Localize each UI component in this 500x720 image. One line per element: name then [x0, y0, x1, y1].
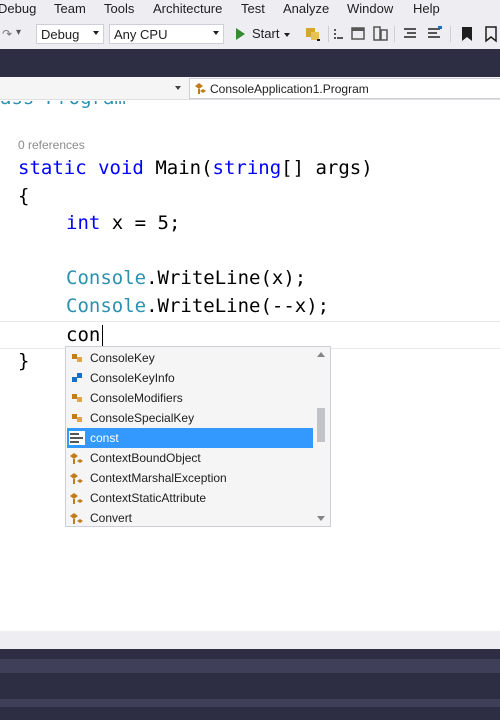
step-icon[interactable]: [332, 25, 350, 43]
browser-link-icon[interactable]: [304, 25, 322, 43]
status-strip: [0, 699, 500, 707]
member-dropdown[interactable]: ConsoleApplication1.Program: [189, 78, 500, 99]
start-button[interactable]: Start: [232, 24, 294, 44]
chevron-down-icon: [213, 31, 219, 35]
completion-label: ContextBoundObject: [90, 451, 201, 465]
platform-value: Any CPU: [114, 27, 168, 42]
start-label: Start: [252, 26, 280, 41]
scroll-thumb[interactable]: [317, 408, 325, 442]
completion-label: Convert: [90, 511, 133, 525]
uncomment-icon[interactable]: [426, 25, 444, 43]
navigation-bar: ConsoleApplication1.Program: [0, 77, 500, 100]
pages-icon[interactable]: [372, 25, 390, 43]
completion-label: ConsoleModifiers: [90, 391, 183, 405]
keyword: void: [98, 157, 144, 179]
enum-icon: [72, 414, 82, 422]
completion-label: ConsoleSpecialKey: [90, 411, 195, 425]
code-line-writeline-1: Console.WriteLine(x);: [66, 266, 306, 290]
typed-text: con: [66, 324, 101, 346]
statement: x = 5;: [100, 212, 181, 234]
menu-debug[interactable]: Debug: [0, 1, 36, 16]
redo-icon[interactable]: ↷: [2, 27, 12, 41]
completion-label: ContextStaticAttribute: [90, 491, 207, 505]
completion-item-selected[interactable]: const: [67, 428, 313, 448]
menu-analyze[interactable]: Analyze: [283, 1, 329, 16]
class-icon: [70, 493, 83, 504]
play-icon: [236, 28, 245, 40]
statement: .WriteLine(x);: [146, 267, 307, 289]
scroll-down-icon[interactable]: [317, 516, 325, 521]
toolbar-separator: [394, 26, 395, 42]
menu-help[interactable]: Help: [413, 1, 440, 16]
code-line-int: int x = 5;: [66, 211, 180, 235]
chevron-down-icon[interactable]: [284, 33, 290, 37]
class-icon: [70, 473, 83, 484]
codelens-references[interactable]: 0 references: [18, 138, 85, 152]
completion-label: ConsoleKey: [90, 351, 155, 365]
code-line-writeline-2: Console.WriteLine(--x);: [66, 294, 329, 318]
member-dropdown-value: ConsoleApplication1.Program: [210, 82, 369, 96]
text-caret: [102, 325, 103, 347]
completion-item[interactable]: Convert: [67, 508, 313, 528]
type-dropdown-chevron-icon[interactable]: [175, 86, 181, 90]
completion-list[interactable]: ConsoleKey ConsoleKeyInfo ConsoleModifie…: [65, 346, 331, 527]
class-icon: [70, 453, 83, 464]
menu-window[interactable]: Window: [347, 1, 393, 16]
bookmark-next-icon[interactable]: [482, 25, 500, 43]
completion-item[interactable]: ConsoleModifiers: [67, 388, 313, 408]
menu-test[interactable]: Test: [241, 1, 265, 16]
struct-icon: [72, 373, 82, 382]
keyword: int: [66, 212, 101, 234]
toolbar: ↷ ▾ Debug Any CPU Start: [0, 19, 500, 49]
completion-item[interactable]: ContextBoundObject: [67, 448, 313, 468]
comment-icon[interactable]: [402, 25, 420, 43]
menu-team[interactable]: Team: [54, 1, 86, 16]
bookmark-icon[interactable]: [458, 25, 476, 43]
menu-tools[interactable]: Tools: [104, 1, 134, 16]
method-name: Main(: [155, 157, 213, 179]
keyword: static: [18, 157, 87, 179]
completion-label: ContextMarshalException: [90, 471, 227, 485]
menu-architecture[interactable]: Architecture: [153, 1, 222, 16]
params: [] args): [281, 157, 373, 179]
close-brace: }: [18, 350, 30, 372]
completion-item[interactable]: ConsoleKeyInfo: [67, 368, 313, 388]
class-icon: [195, 83, 206, 94]
scroll-up-icon[interactable]: [317, 352, 325, 357]
bottom-panel-chrome: [0, 649, 500, 720]
document-tab-strip: [0, 49, 500, 77]
completion-item[interactable]: ConsoleSpecialKey: [67, 408, 313, 428]
completion-scrollbar[interactable]: [313, 348, 329, 525]
type-name: Console: [66, 267, 147, 289]
platform-combo[interactable]: Any CPU: [109, 24, 224, 44]
completion-item[interactable]: ConsoleKey: [67, 348, 313, 368]
keyword: string: [212, 157, 282, 179]
type-name: Console: [66, 295, 147, 317]
solution-config-value: Debug: [41, 27, 80, 42]
menu-bar: Debug Team Tools Architecture Test Analy…: [0, 0, 500, 19]
toolbar-separator: [450, 26, 451, 42]
enum-icon: [72, 394, 82, 402]
chevron-down-icon: [93, 31, 99, 35]
completion-item[interactable]: ContextStaticAttribute: [67, 488, 313, 508]
editor-bottom-gap: [0, 631, 500, 649]
partial-code-line: ass Program: [0, 101, 126, 109]
open-brace: {: [18, 185, 30, 207]
class-icon: [70, 513, 83, 524]
completion-item[interactable]: ContextMarshalException: [67, 468, 313, 488]
redo-dropdown-icon[interactable]: ▾: [16, 27, 21, 38]
completion-label: ConsoleKeyInfo: [90, 371, 175, 385]
completion-label: const: [90, 431, 119, 445]
panel-tab-strip: [0, 659, 500, 673]
code-line-main: static void Main(string[] args): [18, 156, 373, 180]
keyword-icon: [69, 431, 85, 445]
statement: .WriteLine(--x);: [146, 295, 330, 317]
toolbar-separator: [328, 26, 329, 42]
solution-config-combo[interactable]: Debug: [36, 24, 104, 44]
solution-icon[interactable]: [350, 25, 368, 43]
enum-icon: [72, 354, 82, 362]
